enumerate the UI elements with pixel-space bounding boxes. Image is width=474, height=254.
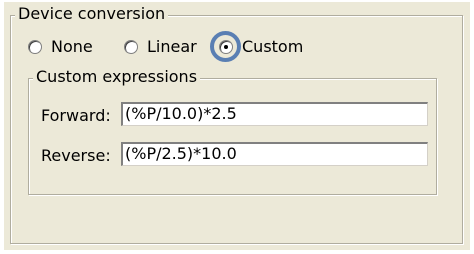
radio-custom-label[interactable]: Custom: [242, 37, 303, 57]
radio-none-circle[interactable]: [28, 40, 42, 54]
radio-selected-dot: [224, 45, 228, 49]
radio-none-label[interactable]: None: [51, 37, 93, 57]
radio-custom-circle[interactable]: [219, 40, 233, 54]
custom-expressions-title: Custom expressions: [33, 67, 201, 87]
reverse-label: Reverse:: [41, 146, 111, 165]
forward-expression-input[interactable]: (%P/10.0)*2.5: [121, 102, 428, 126]
custom-expressions-group: Custom expressions: [28, 67, 437, 195]
device-conversion-title: Device conversion: [15, 4, 169, 24]
reverse-expression-input[interactable]: (%P/2.5)*10.0: [121, 142, 428, 166]
forward-label: Forward:: [41, 106, 111, 125]
device-conversion-panel: Device conversion None Linear Custom Cus…: [4, 2, 470, 250]
radio-linear-label[interactable]: Linear: [147, 37, 197, 57]
radio-linear-circle[interactable]: [124, 40, 138, 54]
